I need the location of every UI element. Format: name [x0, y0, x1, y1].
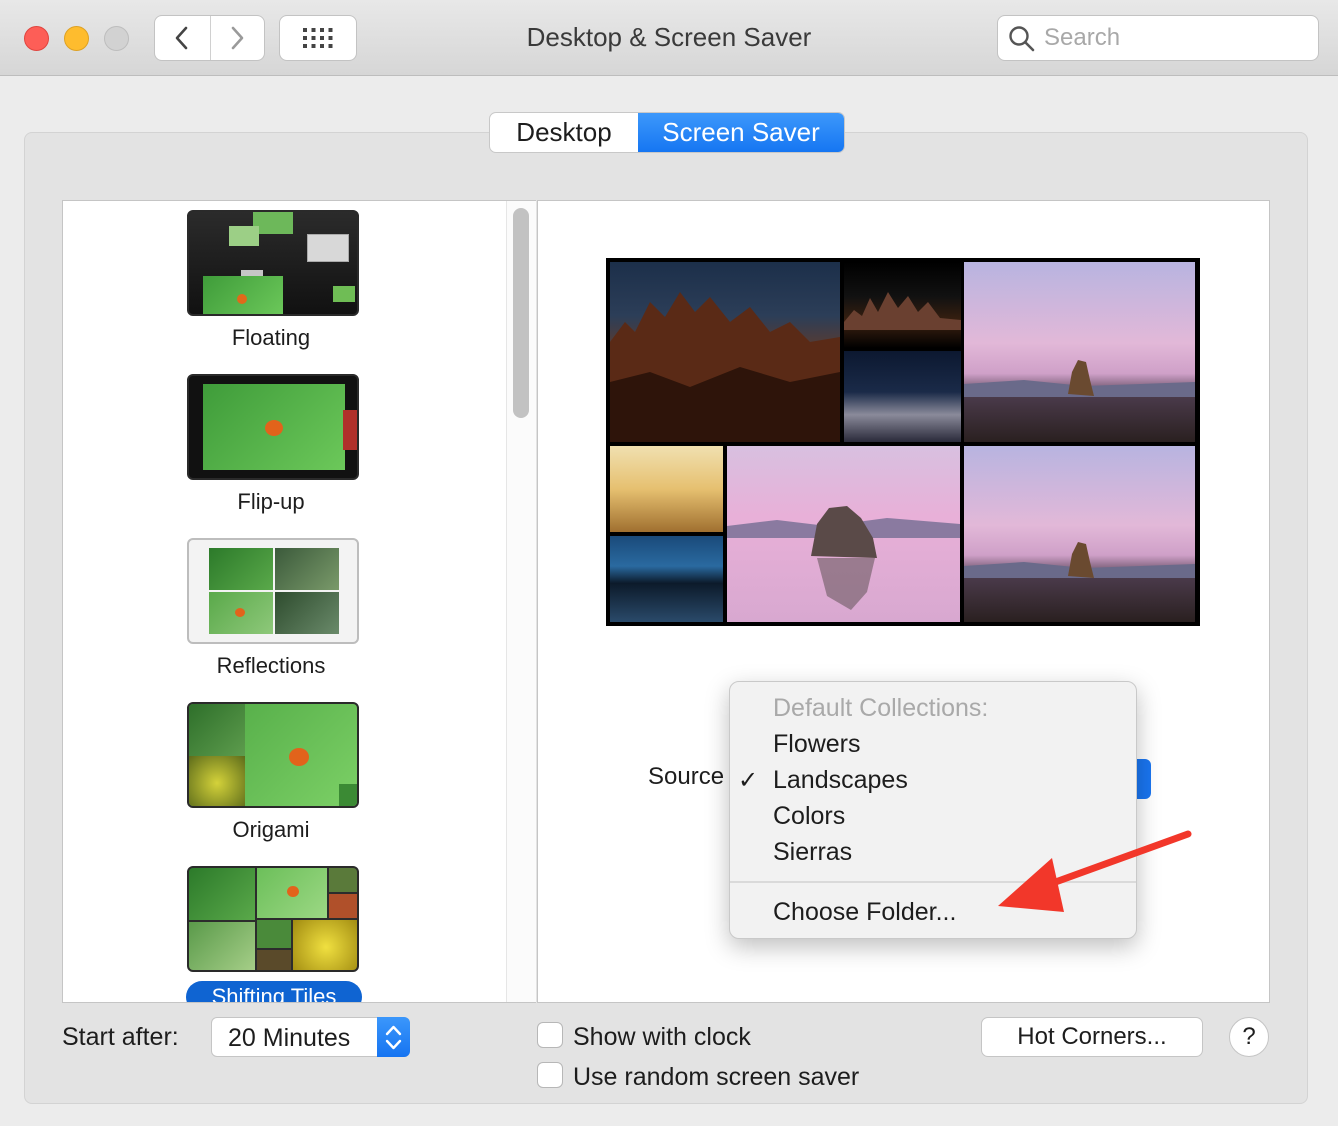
preview-tile-sand-dunes: [610, 446, 723, 532]
screen-saver-list[interactable]: Floating Flip-up Reflections Origami Shi…: [62, 200, 536, 1003]
menu-item-sierras[interactable]: Sierras: [773, 838, 852, 867]
tab-desktop[interactable]: Desktop: [490, 113, 638, 152]
saver-thumbnail-flip-up[interactable]: [187, 374, 359, 480]
preview-tile-pinnacle-2: [964, 446, 1195, 622]
up-down-arrows-icon: [385, 1025, 402, 1050]
annotation-arrow-icon: [998, 830, 1192, 912]
help-button[interactable]: ?: [1229, 1017, 1269, 1057]
preview-tile-pinnacle-1: [964, 262, 1195, 442]
preview-tile-spires: [844, 262, 961, 348]
tab-bar: Desktop Screen Saver: [489, 112, 845, 153]
saver-thumbnail-shifting-tiles[interactable]: [187, 866, 359, 972]
source-label: Source: [648, 763, 725, 790]
random-screen-saver-checkbox[interactable]: [537, 1062, 563, 1088]
system-preferences-window: Desktop & Screen Saver Desktop Screen Sa…: [0, 0, 1338, 1126]
saver-label-flip-up: Flip-up: [237, 489, 305, 514]
start-after-stepper[interactable]: [377, 1017, 410, 1057]
saver-label-shifting-tiles: Shifting Tiles: [186, 981, 362, 1002]
rock-formation-image: [610, 292, 840, 442]
start-after-select[interactable]: 20 Minutes: [211, 1017, 410, 1057]
hot-corners-button[interactable]: Hot Corners...: [981, 1017, 1203, 1057]
show-with-clock-checkbox[interactable]: [537, 1022, 563, 1048]
menu-item-choose-folder[interactable]: Choose Folder...: [773, 898, 956, 927]
preview-tile-dunes-night: [844, 351, 961, 442]
screen-saver-preview: [606, 258, 1200, 626]
menu-header-default-collections: Default Collections:: [773, 694, 989, 722]
saver-label-origami: Origami: [232, 817, 310, 842]
saver-thumbnail-reflections[interactable]: [187, 538, 359, 644]
saver-label-floating: Floating: [231, 325, 311, 350]
preview-tile-tufa: [727, 446, 960, 622]
spires-image: [844, 292, 961, 330]
search-icon: [1009, 26, 1035, 52]
menu-item-colors[interactable]: Colors: [773, 802, 845, 831]
saver-thumbnail-origami[interactable]: [187, 702, 359, 808]
menu-item-flowers[interactable]: Flowers: [773, 730, 861, 759]
start-after-label: Start after:: [62, 1023, 179, 1051]
tufa-image: [727, 506, 960, 610]
start-after-value: 20 Minutes: [228, 1024, 351, 1052]
search-input[interactable]: [1044, 24, 1304, 52]
title-bar: Desktop & Screen Saver: [0, 0, 1338, 76]
tab-screen-saver[interactable]: Screen Saver: [638, 113, 844, 152]
random-screen-saver-label: Use random screen saver: [573, 1063, 860, 1091]
search-field[interactable]: [997, 15, 1319, 61]
pinnacle-image-1: [964, 360, 1195, 397]
list-scrollbar-thumb[interactable]: [513, 208, 529, 418]
menu-item-landscapes[interactable]: Landscapes: [773, 766, 908, 795]
saver-thumbnail-floating[interactable]: [187, 210, 359, 316]
checkmark-icon: ✓: [738, 767, 759, 794]
preview-tile-rocks: [610, 262, 840, 442]
pinnacle-image-2: [964, 542, 1195, 578]
saver-label-reflections: Reflections: [216, 653, 326, 678]
show-with-clock-label: Show with clock: [573, 1023, 751, 1051]
preview-tile-lake: [610, 536, 723, 622]
